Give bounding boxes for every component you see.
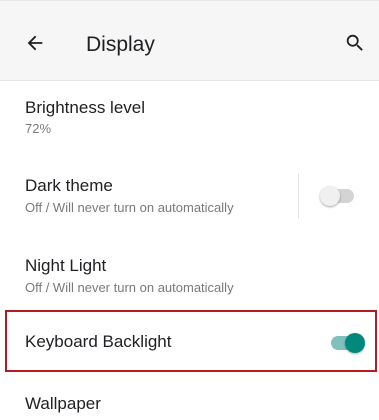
display-settings-screen: Display Brightness level 72% Dark theme … xyxy=(0,0,379,420)
toggle-thumb xyxy=(345,333,365,353)
setting-summary: 72% xyxy=(25,121,52,136)
arrow-back-icon[interactable] xyxy=(24,32,46,54)
setting-brightness-level[interactable]: Brightness level 72% xyxy=(0,82,379,156)
setting-summary: Off / Will never turn on automatically xyxy=(25,280,234,295)
setting-summary: Off / Will never turn on automatically xyxy=(25,200,234,215)
setting-title: Keyboard Backlight xyxy=(25,332,172,351)
setting-keyboard-backlight[interactable]: Keyboard Backlight xyxy=(0,310,379,372)
setting-divider xyxy=(298,173,299,219)
setting-wallpaper[interactable]: Wallpaper xyxy=(0,374,379,420)
setting-title: Brightness level xyxy=(25,98,146,117)
setting-night-light[interactable]: Night Light Off / Will never turn on aut… xyxy=(0,236,379,308)
setting-title: Night Light xyxy=(25,256,107,275)
setting-title: Wallpaper xyxy=(25,394,101,413)
app-toolbar: Display xyxy=(0,0,379,81)
toggle-thumb xyxy=(320,186,340,206)
keyboard-backlight-toggle[interactable] xyxy=(329,332,365,354)
setting-title: Dark theme xyxy=(25,176,113,195)
page-title: Display xyxy=(86,33,155,56)
dark-theme-toggle[interactable] xyxy=(320,185,356,207)
search-icon[interactable] xyxy=(344,32,366,54)
